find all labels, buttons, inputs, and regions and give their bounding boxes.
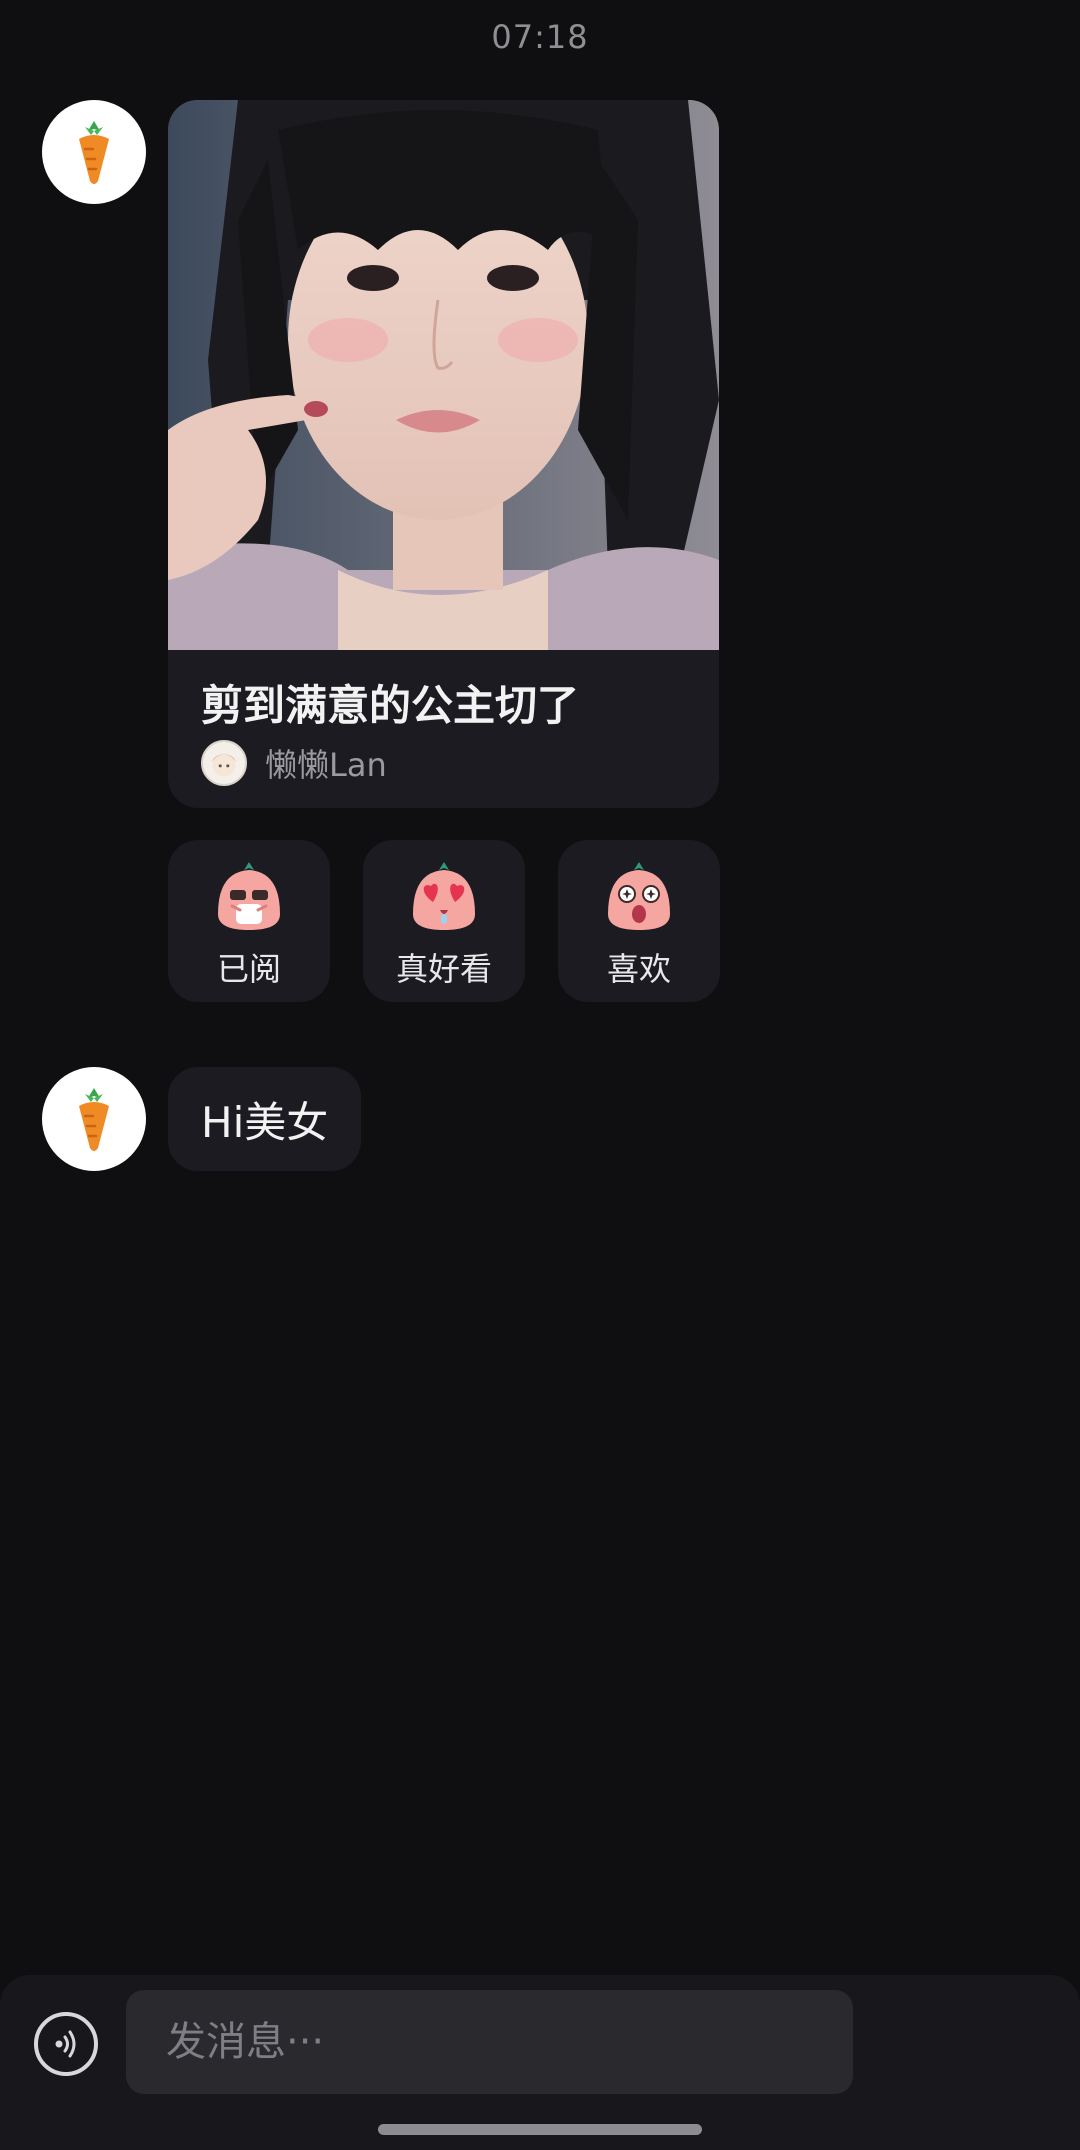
sender-avatar[interactable] (42, 100, 146, 204)
reaction-pretty-button[interactable]: 真好看 (363, 840, 525, 1002)
post-photo (168, 100, 719, 650)
author-avatar (201, 740, 247, 786)
reaction-read-button[interactable]: 已阅 (168, 840, 330, 1002)
reaction-label: 真好看 (395, 950, 492, 988)
heart-eyes-emoji-icon (413, 862, 475, 930)
voice-icon (55, 2030, 76, 2058)
read-emoji-icon (218, 862, 280, 930)
reaction-like-button[interactable]: 喜欢 (558, 840, 720, 1002)
sender-avatar[interactable] (42, 1067, 146, 1171)
message-timestamp: 07:18 (491, 18, 589, 56)
author-name: 懒懒Lan (265, 746, 387, 784)
star-eyes-emoji-icon (608, 862, 670, 930)
carrot-icon (79, 121, 109, 184)
voice-input-button[interactable] (34, 2012, 98, 2076)
home-indicator[interactable] (378, 2124, 702, 2135)
shared-post-card[interactable]: 剪到满意的公主切了 懒懒Lan (168, 100, 719, 808)
reaction-label: 喜欢 (606, 950, 671, 988)
post-title: 剪到满意的公主切了 (201, 681, 580, 730)
quick-reactions: 已阅 真好看 喜欢 (168, 840, 720, 1002)
message-input[interactable] (126, 1990, 853, 2094)
carrot-icon (79, 1088, 109, 1151)
text-message-bubble[interactable]: Hi美女 (168, 1067, 362, 1171)
reaction-label: 已阅 (216, 950, 281, 988)
post-author[interactable]: 懒懒Lan (201, 740, 387, 786)
cartoon-avatar-icon (211, 753, 237, 777)
